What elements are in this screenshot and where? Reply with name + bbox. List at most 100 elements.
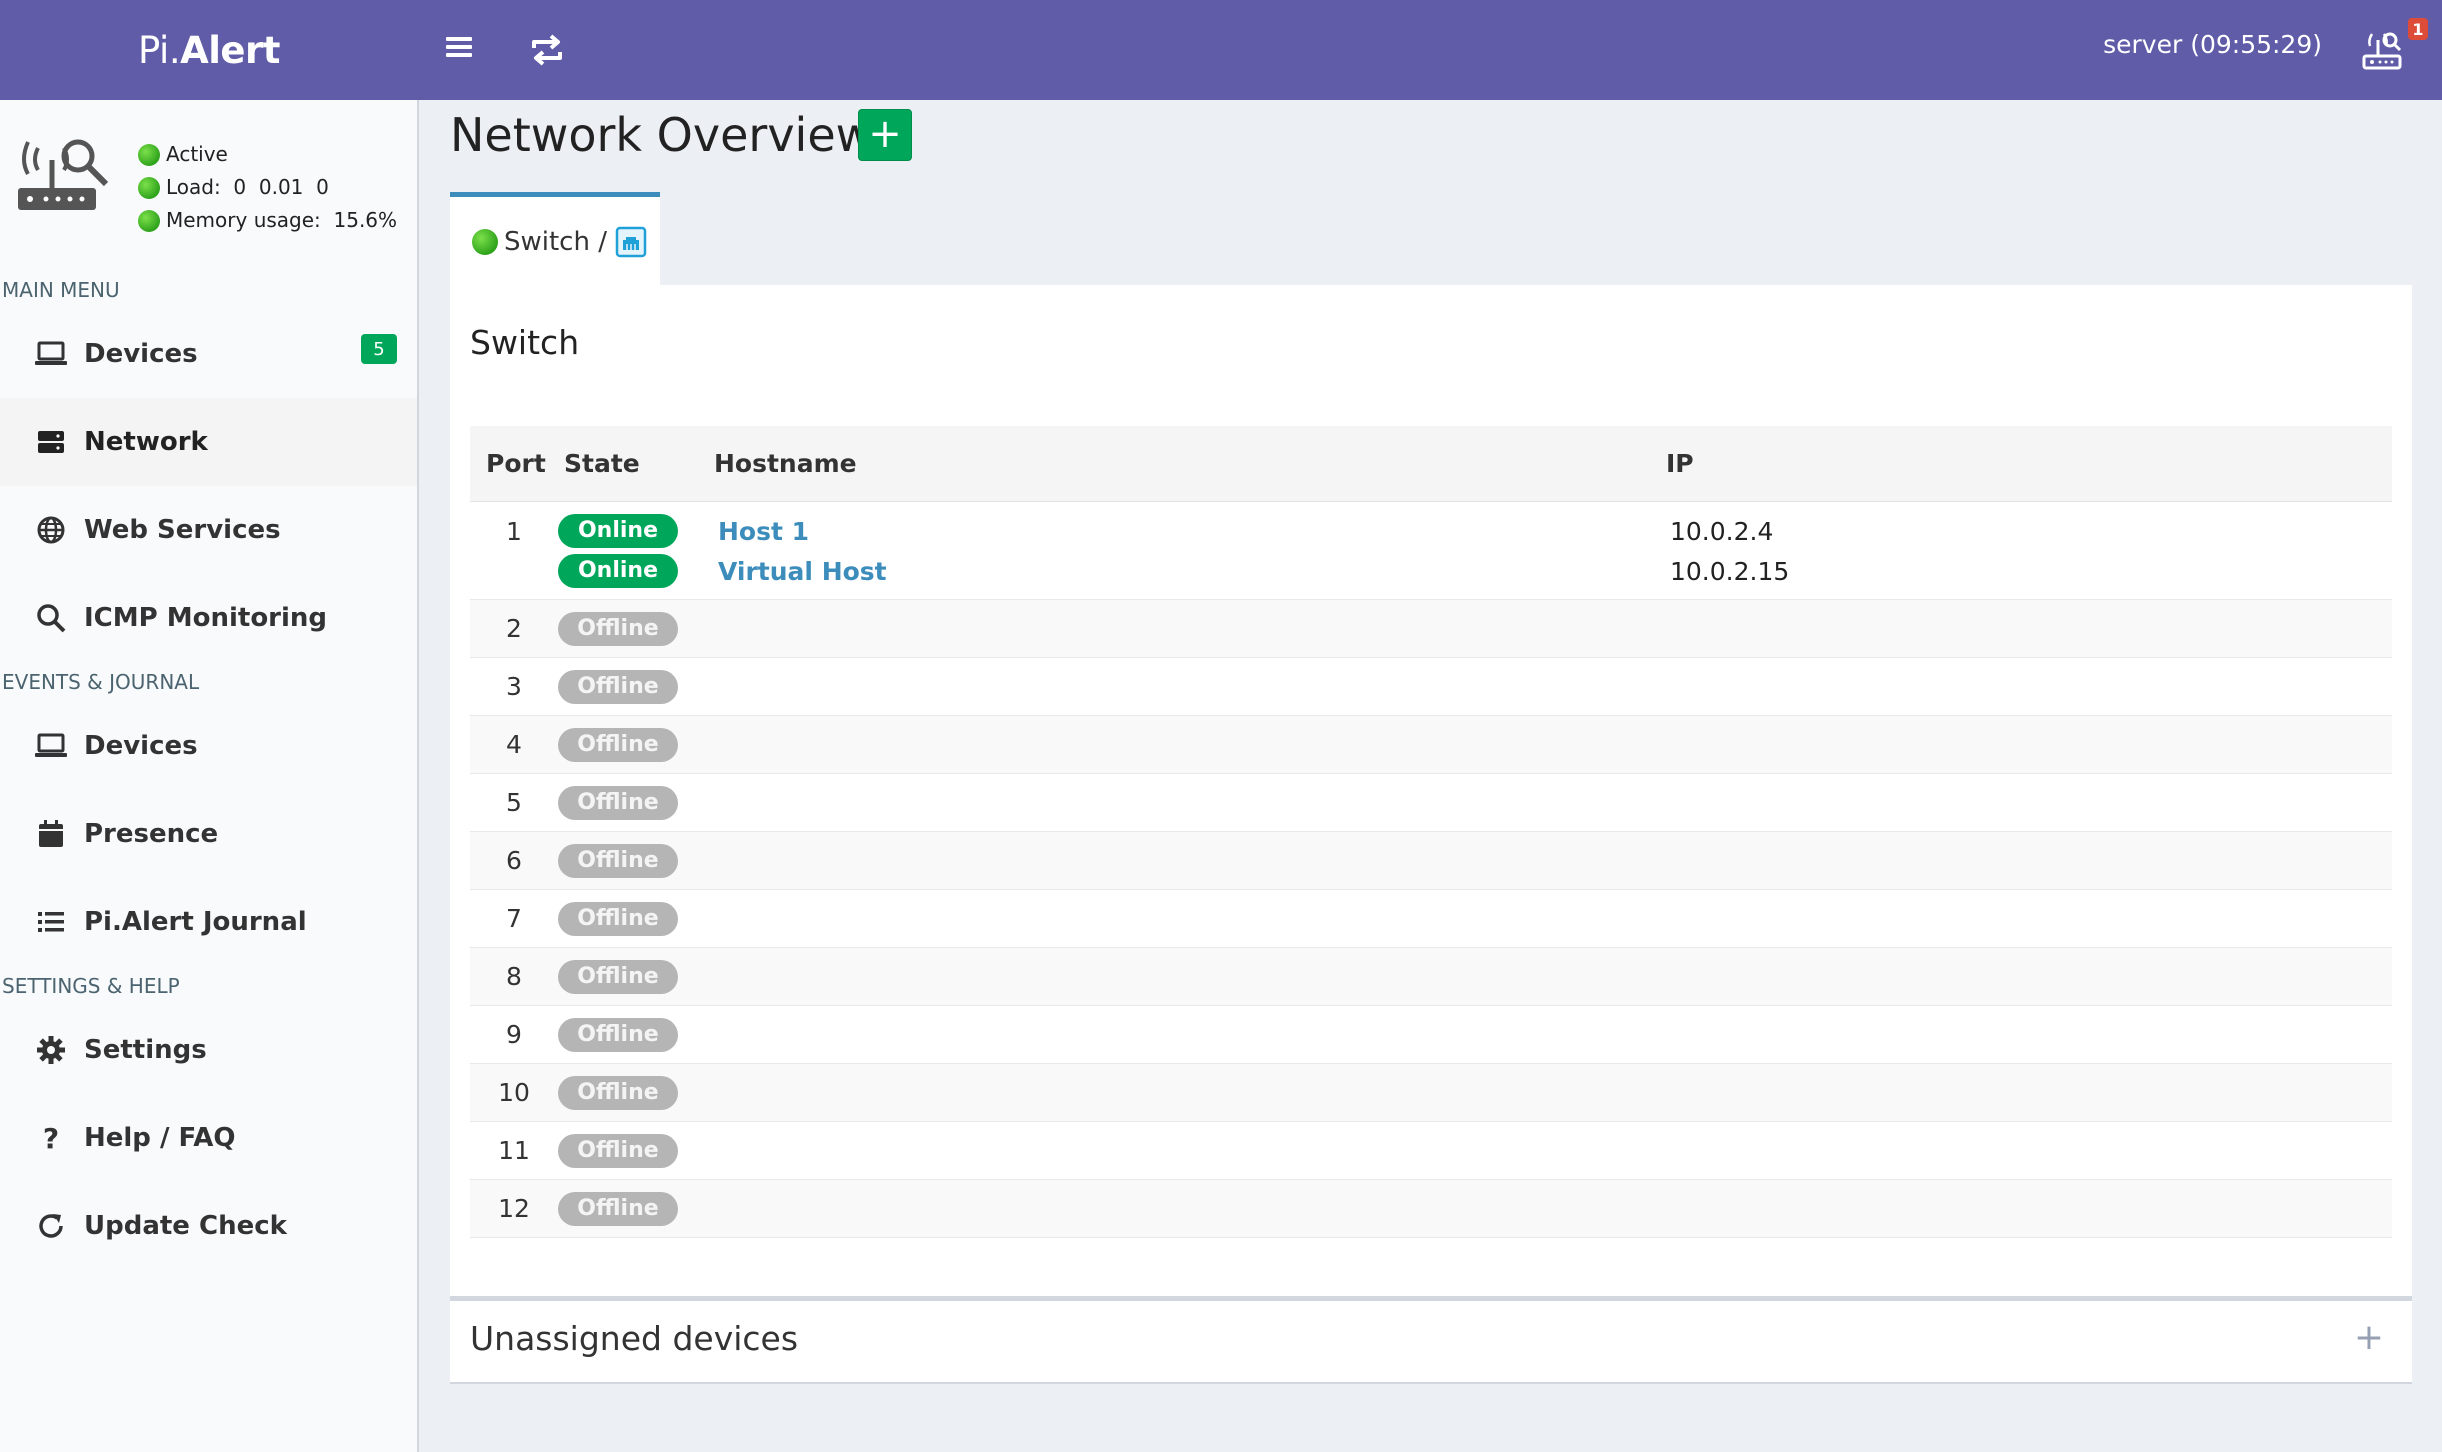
sidebar-item-icmp-monitoring[interactable]: ICMP Monitoring [0,574,417,662]
port-number: 11 [498,1136,530,1165]
header-state: State [564,449,640,478]
state-badge: Offline [558,785,678,820]
router-icon [14,134,114,216]
table-header: Port State Hostname IP [470,426,2392,502]
sidebar-item-settings[interactable]: Settings [0,1006,417,1094]
state-badge: Offline [558,1017,678,1052]
state-badge: Offline [558,843,678,878]
calendar-icon [34,817,68,851]
top-navbar: Pi. Alert server (09:55:29) 1 [0,0,2442,100]
sidebar-item-network[interactable]: Network [0,398,417,486]
state-badge: Offline [558,669,678,704]
status-memory: Memory usage: 15.6% [138,204,397,237]
main-content: Network Overview + Switch / Switch Port … [420,100,2442,1452]
ip-address: 10.0.2.4 [1670,516,1774,546]
status-dot-icon [138,209,160,232]
hostname-link[interactable]: Host 1 [714,517,809,546]
table-row: 4 Offline [470,716,2392,774]
state-badge: Offline [558,611,678,646]
hostname-link[interactable]: Virtual Host [714,557,887,586]
sidebar-item-web-services[interactable]: Web Services [0,486,417,574]
logo-pi: Pi. [138,28,181,72]
header-port: Port [486,449,546,478]
section-events-journal: EVENTS & JOURNAL [2,670,200,694]
state-badge: Offline [558,901,678,936]
ip-address: 10.0.2.15 [1670,556,1790,586]
port-number: 10 [498,1078,530,1107]
state-badge: Offline [558,959,678,994]
tab-switch[interactable]: Switch / [450,192,660,286]
sidebar-item-label: Presence [84,819,219,849]
list-icon [34,905,68,939]
question-icon: ? [42,1121,60,1155]
header-ip: IP [1666,449,1694,478]
switch-panel: Switch Port State Hostname IP 1 Online O… [450,285,2412,1355]
sidebar-item-label: Web Services [84,515,281,545]
status-load: Load: 0 0.01 0 [138,171,397,204]
port-number: 9 [506,1020,522,1049]
sidebar-item-label: Devices [84,339,198,369]
sidebar-item-label: Network [84,427,208,457]
globe-icon [34,513,68,547]
port-number: 6 [506,846,522,875]
table-row: 8 Offline [470,948,2392,1006]
table-row: 9 Offline [470,1006,2392,1064]
laptop-icon [34,729,68,763]
state-badge: Offline [558,1075,678,1110]
sidebar-toggle-icon[interactable] [446,33,478,65]
sidebar-item-update-check[interactable]: Update Check [0,1182,417,1270]
port-number: 1 [506,516,522,546]
state-badge: Online [558,514,678,548]
table-row: 5 Offline [470,774,2392,832]
app-logo[interactable]: Pi. Alert [0,0,418,100]
refresh-icon[interactable] [528,28,566,72]
state-badge: Offline [558,1191,678,1226]
state-badge: Offline [558,727,678,762]
notification-badge: 1 [2408,18,2428,40]
state-badge: Offline [558,1133,678,1168]
port-number: 12 [498,1194,530,1223]
section-settings-help: SETTINGS & HELP [2,974,180,998]
sidebar-item-presence[interactable]: Presence [0,790,417,878]
port-number: 5 [506,788,522,817]
tab-label: Switch / [504,226,607,257]
switch-icon [615,226,647,258]
port-number: 3 [506,672,522,701]
page-title: Network Overview [450,108,874,162]
router-notification-icon[interactable] [2358,26,2406,74]
status-dot-icon [138,176,160,199]
sidebar-item-journal[interactable]: Pi.Alert Journal [0,878,417,966]
panel-title: Switch [470,323,580,362]
table-row: 1 Online Online Host 1 Virtual Host 10.0… [470,502,2392,600]
unassigned-devices-title: Unassigned devices [470,1319,799,1358]
sidebar-item-label: Help / FAQ [84,1123,236,1153]
table-row: 2 Offline [470,600,2392,658]
sidebar: Active Load: 0 0.01 0 Memory usage: 15.6… [0,100,419,1452]
server-time: server (09:55:29) [2103,30,2322,59]
search-icon [34,601,68,635]
status-dot-icon [138,143,160,166]
add-network-device-button[interactable]: + [858,109,912,161]
sidebar-item-label: Devices [84,731,198,761]
gear-icon [34,1033,68,1067]
sidebar-item-devices[interactable]: Devices 5 [0,310,417,398]
table-row: 7 Offline [470,890,2392,948]
expand-icon[interactable]: + [2354,1317,2384,1358]
port-number: 2 [506,614,522,643]
sidebar-item-help-faq[interactable]: ? Help / FAQ [0,1094,417,1182]
laptop-icon [34,337,68,371]
table-row: 11 Offline [470,1122,2392,1180]
ports-table: Port State Hostname IP 1 Online Online H… [470,426,2392,1238]
section-main-menu: MAIN MENU [2,278,120,302]
sidebar-item-event-devices[interactable]: Devices [0,702,417,790]
sidebar-item-label: Update Check [84,1211,287,1241]
table-row: 6 Offline [470,832,2392,890]
port-number: 7 [506,904,522,933]
sidebar-item-label: Settings [84,1035,207,1065]
state-badge: Online [558,554,678,588]
devices-count-badge: 5 [361,334,397,364]
unassigned-devices-panel[interactable]: Unassigned devices + [450,1296,2412,1384]
network-tabs: Switch / [450,192,2412,286]
system-status-panel: Active Load: 0 0.01 0 Memory usage: 15.6… [0,100,417,270]
port-number: 8 [506,962,522,991]
